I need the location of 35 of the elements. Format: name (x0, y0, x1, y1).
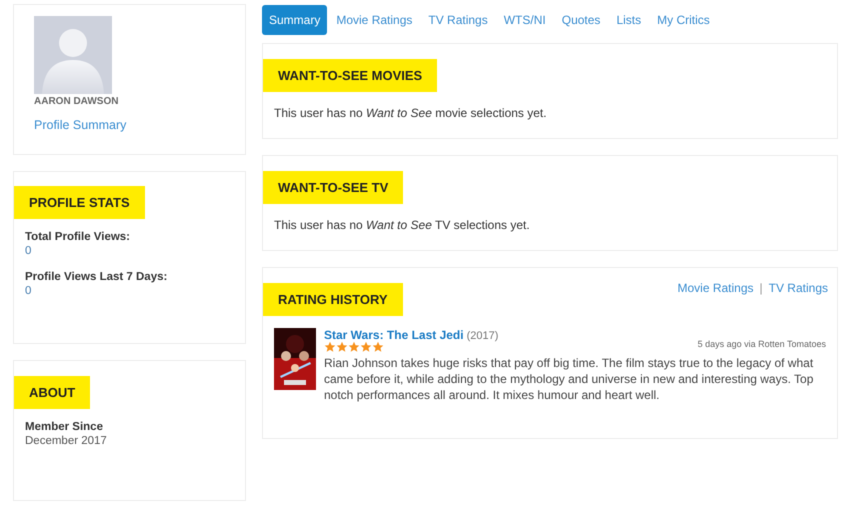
tab[interactable]: Quotes (554, 4, 608, 34)
tab[interactable]: Lists (609, 4, 648, 34)
section-heading: WANT-TO-SEE MOVIES (263, 59, 438, 92)
rating-source: 5 days ago via Rotten Tomatoes (698, 339, 826, 349)
empty-message: This user has no Want to See TV selections yet. (273, 217, 531, 232)
link-separator: | (760, 281, 763, 295)
stat-value: 0 (25, 285, 32, 297)
user-name: AARON DAWSON (34, 96, 120, 107)
ratings-link[interactable]: TV Ratings (768, 281, 828, 295)
star-icon (324, 341, 336, 353)
ratings-link[interactable]: Movie Ratings (677, 281, 754, 295)
tab[interactable]: Summary (262, 4, 328, 34)
member-since-label: Member Since (25, 421, 104, 433)
stat-label: Total Profile Views: (25, 231, 132, 243)
section-heading: PROFILE STATS (14, 186, 145, 219)
movie-title-link[interactable]: Star Wars: The Last Jedi (324, 328, 464, 342)
review-text: Rian Johnson takes huge risks that pay off big time. The film stays true to the legacy of what came before it, while adding to the mythology and universe in new and interesting ways. Top notch performances all around. It mixes humour and heart well. (324, 355, 814, 403)
stat-value: 0 (25, 245, 32, 257)
profile-summary-link[interactable]: Profile Summary (34, 118, 126, 132)
avatar-icon (34, 16, 112, 94)
empty-message: This user has no Want to See movie selections yet. (273, 105, 548, 120)
star-icon (372, 341, 384, 353)
tab[interactable]: WTS/NI (496, 4, 553, 34)
member-since-date: December 2017 (25, 435, 108, 447)
tab[interactable]: My Critics (650, 4, 717, 34)
star-icon (360, 341, 372, 353)
star-icon (348, 341, 360, 353)
section-heading: WANT-TO-SEE TV (263, 171, 404, 204)
star-icon (336, 341, 348, 353)
stat-label: Profile Views Last 7 Days: (25, 271, 168, 283)
movie-year: (2017) (466, 330, 498, 342)
section-heading: ABOUT (14, 376, 90, 409)
tab[interactable]: Movie Ratings (329, 4, 420, 34)
section-heading: RATING HISTORY (263, 283, 403, 316)
tab[interactable]: TV Ratings (421, 4, 495, 34)
